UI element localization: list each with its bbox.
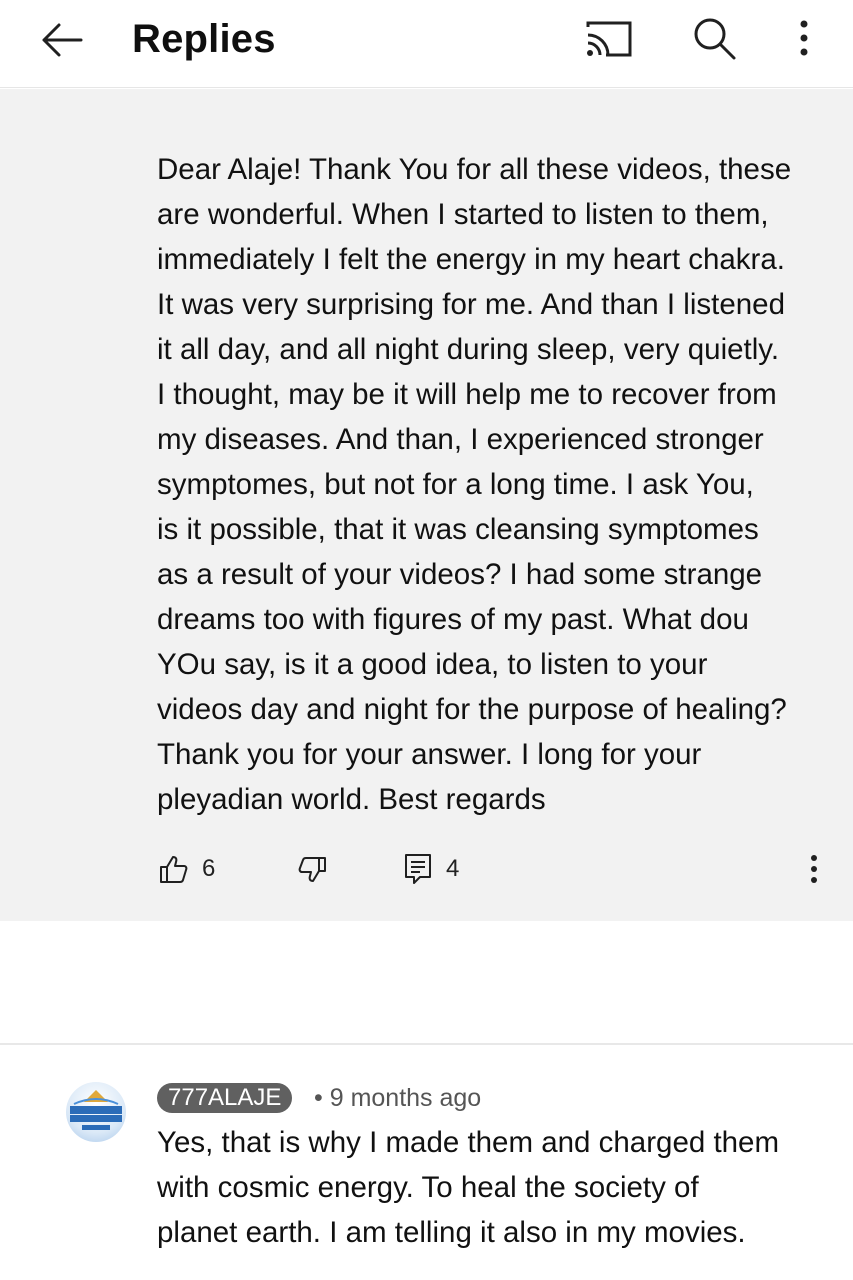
- thumbs-down-icon: [298, 857, 326, 882]
- highlighted-comment: Dear Alaje! Thank You for all these vide…: [0, 89, 853, 921]
- comment-actions: 6 4: [0, 847, 853, 891]
- author-badge[interactable]: 777ALAJE: [157, 1083, 293, 1113]
- page-title: Replies: [132, 17, 276, 61]
- reply-time: 9 months ago: [329, 1084, 482, 1112]
- meta-separator: •: [314, 1084, 323, 1112]
- comment-text: Dear Alaje! Thank You for all these vide…: [157, 153, 792, 816]
- back-arrow-icon[interactable]: [36, 18, 86, 62]
- reply-count: 4: [446, 855, 460, 882]
- dislike-button[interactable]: [298, 847, 328, 891]
- comment-icon: [405, 854, 431, 884]
- reply-item: 777ALAJE • 9 months ago Yes, that is why…: [0, 1046, 853, 1280]
- avatar[interactable]: [66, 1082, 126, 1142]
- cast-icon[interactable]: [584, 18, 634, 60]
- avatar-logo: [70, 1090, 122, 1130]
- divider: [0, 1043, 853, 1045]
- comment-more-icon[interactable]: [804, 847, 824, 891]
- like-count: 6: [202, 855, 216, 882]
- reply-button[interactable]: 4: [404, 847, 459, 891]
- reply-text: Yes, that is why I made them and charged…: [157, 1126, 780, 1249]
- search-icon[interactable]: [690, 14, 738, 62]
- more-vertical-icon[interactable]: [786, 14, 822, 62]
- thumbs-up-icon: [160, 856, 188, 883]
- app-bar: Replies: [0, 0, 853, 88]
- like-button[interactable]: 6: [158, 847, 215, 891]
- reply-meta: • 9 months ago: [314, 1083, 481, 1113]
